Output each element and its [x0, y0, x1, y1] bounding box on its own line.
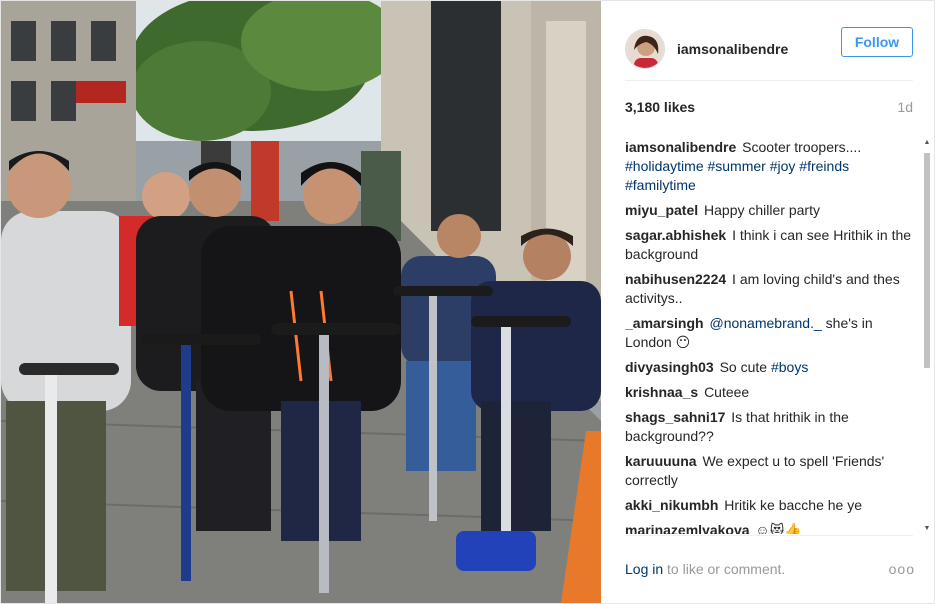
- instagram-post-window: iamsonalibendre Follow 3,180 likes 1d ia…: [0, 0, 935, 604]
- comment: divyasingh03 So cute #boys: [625, 358, 919, 377]
- comment-text: Happy chiller party: [704, 202, 820, 218]
- comment-mention[interactable]: @nonamebrand._: [709, 315, 821, 331]
- comment-username[interactable]: marinazemlyakova: [625, 522, 750, 534]
- comment-text: So cute: [719, 359, 768, 375]
- login-link[interactable]: Log in: [625, 561, 663, 577]
- comment-username[interactable]: iamsonalibendre: [625, 139, 736, 155]
- comment-username[interactable]: _amarsingh: [625, 315, 704, 331]
- comment: krishnaa_s Cuteee: [625, 383, 919, 402]
- comments-scrollbar[interactable]: ▲ ▼: [923, 139, 931, 533]
- comment: marinazemlyakova ☺😻👍: [625, 521, 919, 534]
- photo-scene: [1, 1, 601, 603]
- comments-list[interactable]: iamsonalibendre Scooter troopers.... #ho…: [625, 138, 919, 534]
- comment: miyu_patel Happy chiller party: [625, 201, 919, 220]
- comment-username[interactable]: miyu_patel: [625, 202, 698, 218]
- post-photo[interactable]: [1, 1, 601, 603]
- comment-hashtags[interactable]: #holidaytime #summer #joy #freinds #fami…: [625, 158, 849, 193]
- comment-text: Scooter troopers....: [742, 139, 862, 155]
- comment-text: Hritik ke bacche he ye: [724, 497, 862, 513]
- avatar-image: [626, 29, 664, 68]
- divider: [625, 535, 913, 536]
- comment-username[interactable]: krishnaa_s: [625, 384, 698, 400]
- scroll-up-icon[interactable]: ▲: [923, 139, 931, 147]
- comment-username[interactable]: divyasingh03: [625, 359, 714, 375]
- comment: karuuuuna We expect u to spell 'Friends'…: [625, 452, 919, 490]
- comment-hashtags[interactable]: #boys: [771, 359, 808, 375]
- comment: nabihusen2224 I am loving child's and th…: [625, 270, 919, 308]
- comment-username[interactable]: nabihusen2224: [625, 271, 726, 287]
- comment: akki_nikumbh Hritik ke bacche he ye: [625, 496, 919, 515]
- comment-text: Cuteee: [704, 384, 750, 400]
- avatar[interactable]: [625, 28, 665, 69]
- caption: iamsonalibendre Scooter troopers.... #ho…: [625, 138, 919, 195]
- username[interactable]: iamsonalibendre: [677, 41, 841, 57]
- comment-username[interactable]: shags_sahni17: [625, 409, 725, 425]
- scrollbar-thumb[interactable]: [924, 153, 930, 368]
- post-header: iamsonalibendre Follow: [625, 17, 913, 81]
- comment-username[interactable]: akki_nikumbh: [625, 497, 718, 513]
- scroll-down-icon[interactable]: ▼: [923, 525, 931, 533]
- more-options-icon[interactable]: ooo: [889, 561, 915, 577]
- login-row: Log in to like or comment. ooo: [625, 561, 915, 577]
- post-side-panel: iamsonalibendre Follow 3,180 likes 1d ia…: [601, 1, 934, 603]
- comment: sagar.abhishek I think i can see Hrithik…: [625, 226, 919, 264]
- likes-count[interactable]: 3,180 likes: [625, 99, 695, 115]
- comment-username[interactable]: sagar.abhishek: [625, 227, 726, 243]
- login-text: to like or comment.: [663, 561, 786, 577]
- likes-row: 3,180 likes 1d: [625, 99, 913, 115]
- login-prompt: Log in to like or comment.: [625, 561, 785, 577]
- follow-button[interactable]: Follow: [841, 26, 913, 57]
- comment: _amarsingh @nonamebrand._ she's in Londo…: [625, 314, 919, 352]
- comment-username[interactable]: karuuuuna: [625, 453, 697, 469]
- comment-text: ☺😻👍: [755, 522, 802, 534]
- comment: shags_sahni17 Is that hrithik in the bac…: [625, 408, 919, 446]
- post-time[interactable]: 1d: [897, 99, 913, 115]
